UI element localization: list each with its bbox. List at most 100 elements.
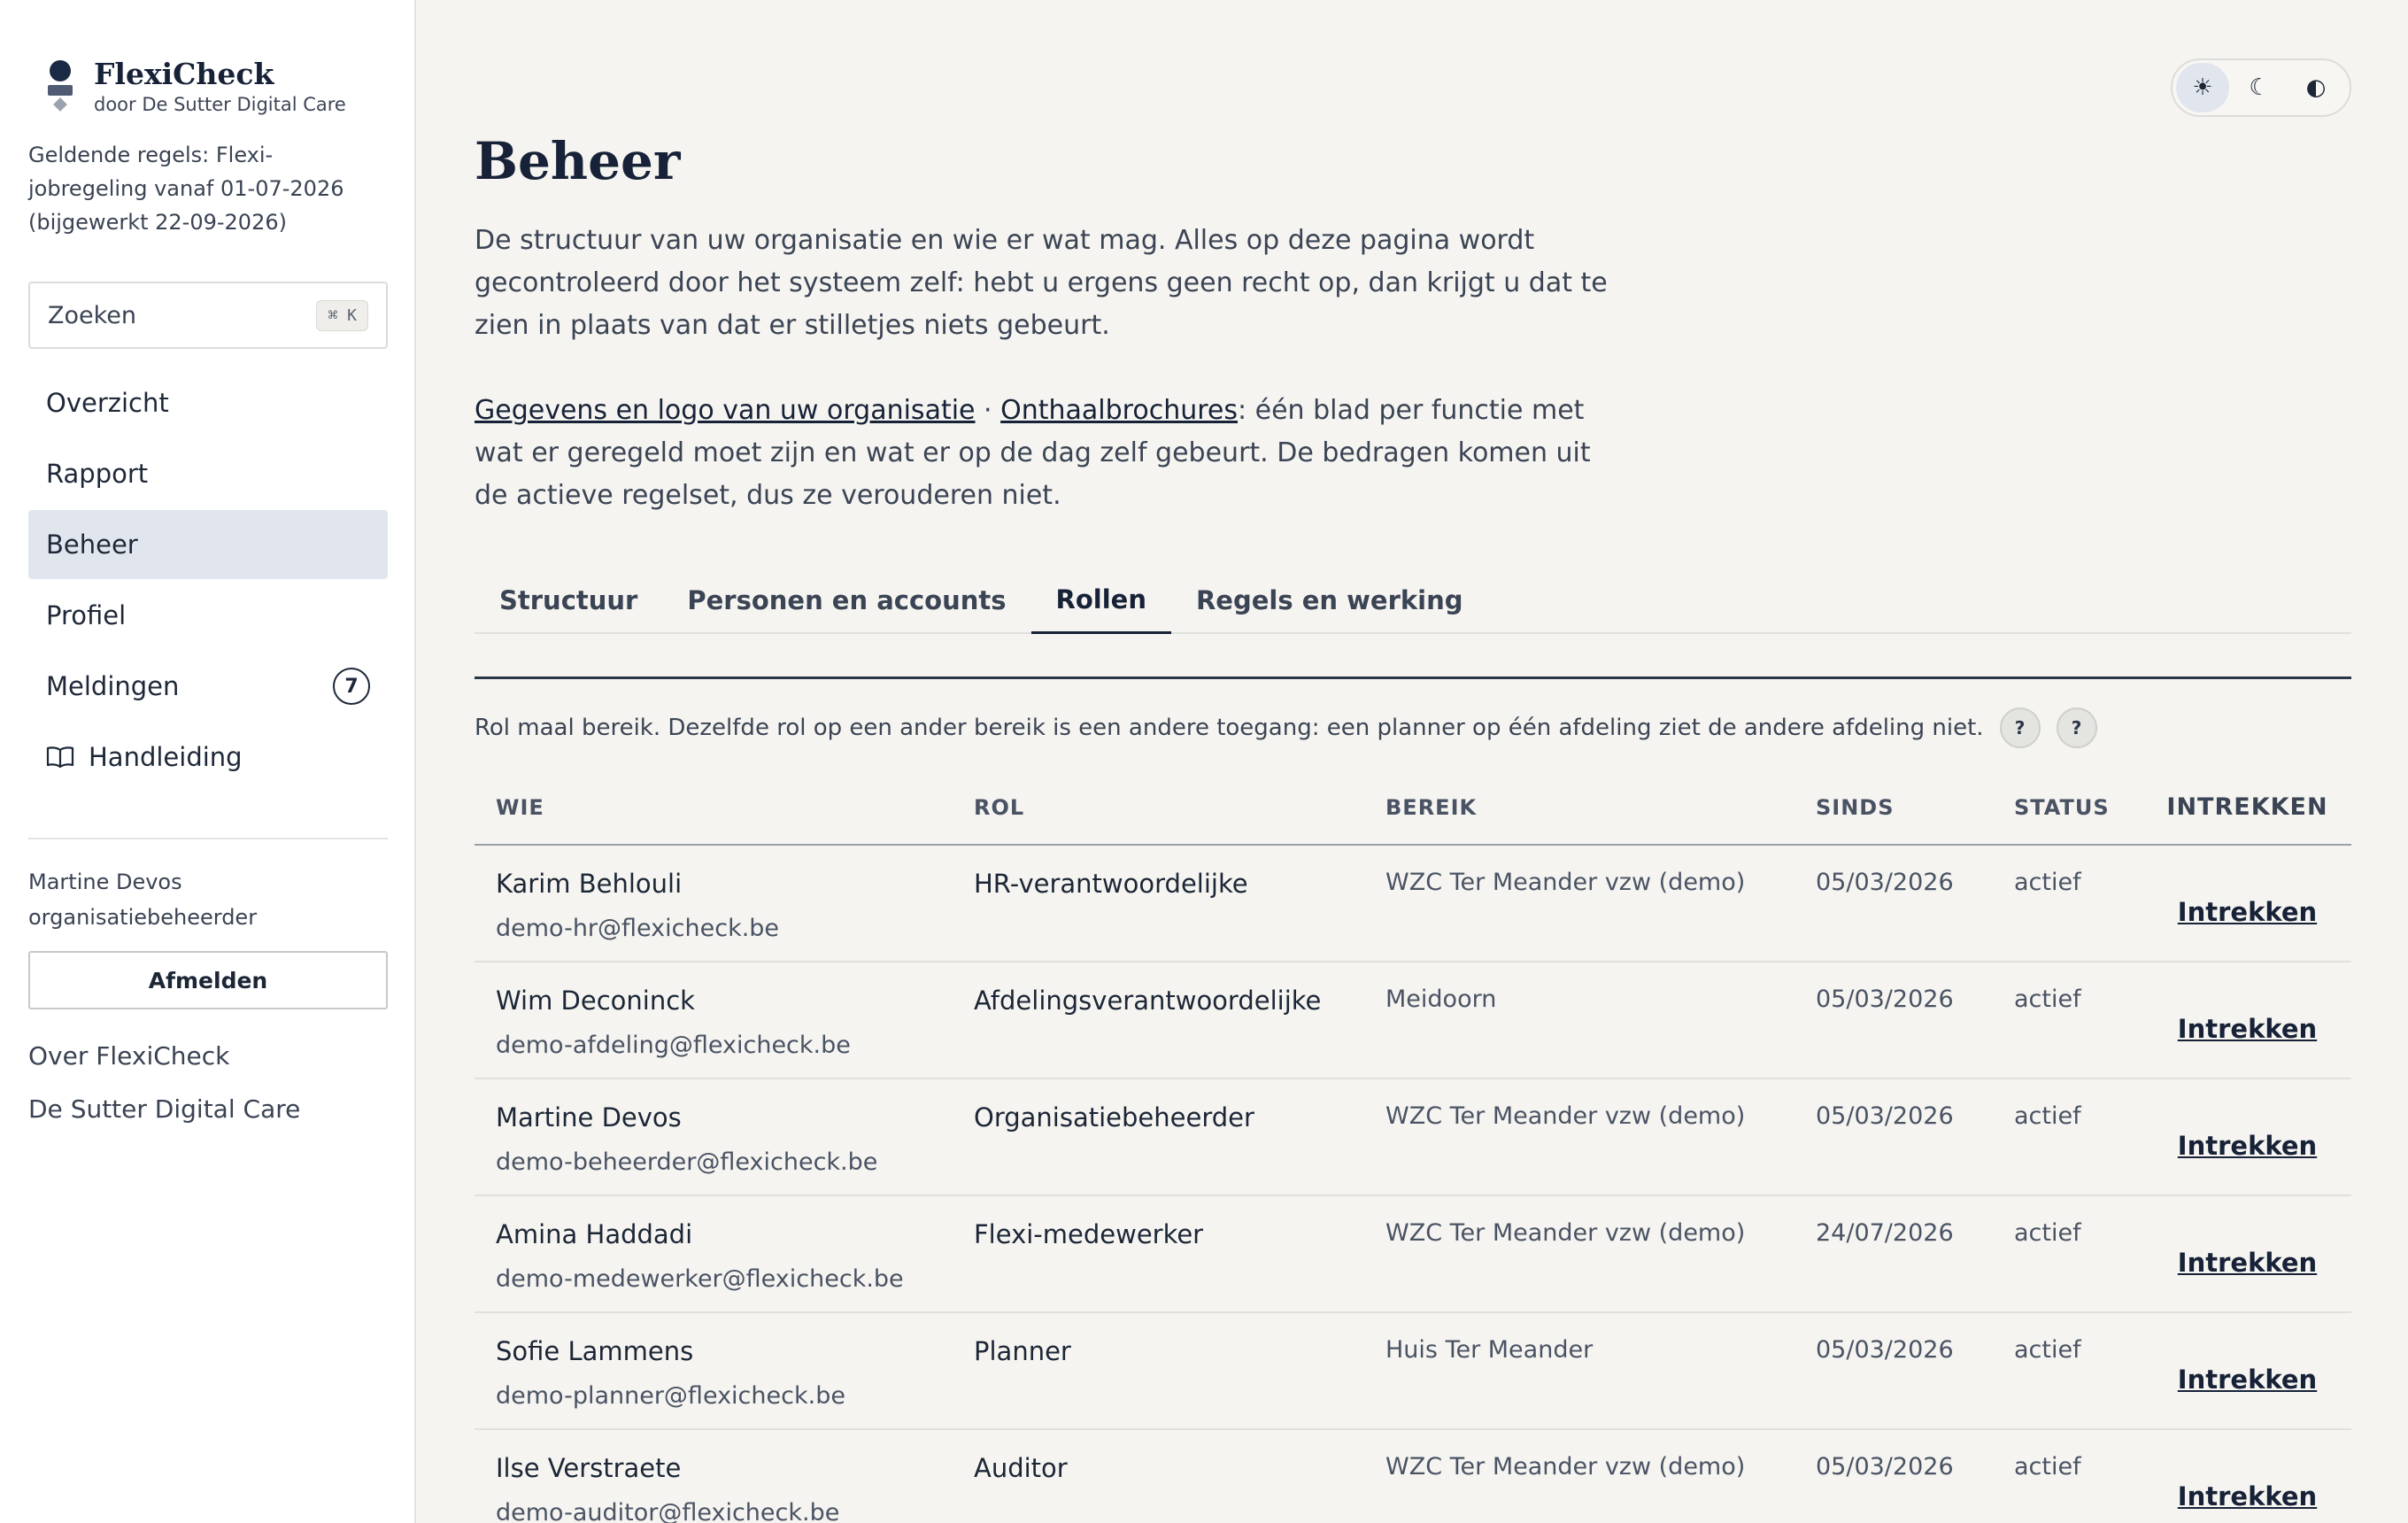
scope-name: Meidoorn (1385, 986, 1497, 1013)
since-date: 24/07/2026 (1816, 1219, 1954, 1247)
search-input[interactable]: Zoeken ⌘ K (28, 282, 388, 349)
person-name: Amina Haddadi (496, 1219, 693, 1249)
cell-status: actief (1993, 1429, 2143, 1523)
page-intro: De structuur van uw organisatie en wie e… (475, 225, 1608, 341)
cell-since: 05/03/2026 (1794, 845, 1993, 963)
cell-role: HR-verantwoordelijke (953, 845, 1364, 963)
revoke-link[interactable]: Intrekken (2178, 1248, 2317, 1278)
cell-scope: WZC Ter Meander vzw (demo) (1364, 1078, 1794, 1196)
caption-text: Rol maal bereik. Dezelfde rol op een and… (475, 715, 1984, 741)
cell-who: Ilse Verstraete demo-auditor@flexicheck.b… (475, 1429, 953, 1523)
role-name: Flexi-medewerker (974, 1219, 1204, 1249)
person-email: demo-auditor@flexicheck.be (496, 1499, 840, 1523)
sun-icon[interactable]: ☀ (2176, 63, 2229, 112)
scope-name: Huis Ter Meander (1385, 1336, 1594, 1364)
onboarding-brochures-link[interactable]: Onthaalbrochures (1000, 395, 1238, 426)
cell-who: Sofie Lammens demo-planner@flexicheck.be (475, 1312, 953, 1430)
theme-switcher: ☀ ☾ ◐ (2171, 58, 2351, 117)
tab-regels-en-werking[interactable]: Regels en werking (1171, 567, 1488, 634)
status-text: actief (2014, 1336, 2081, 1364)
column-header-status: STATUS (1993, 770, 2143, 846)
cell-who: Martine Devos demo-beheerder@flexicheck.b… (475, 1078, 953, 1196)
since-date: 05/03/2026 (1816, 1102, 1954, 1130)
cell-role: Afdelingsverantwoordelijke (953, 962, 1364, 1079)
cell-since: 24/07/2026 (1794, 1195, 1993, 1313)
contrast-icon[interactable]: ◐ (2289, 63, 2342, 112)
column-header-since: SINDS (1794, 770, 1993, 846)
revoke-link[interactable]: Intrekken (2178, 1365, 2317, 1395)
table-row: Karim Behlouli demo-hr@flexicheck.be HR-ve… (475, 845, 2351, 963)
cell-scope: WZC Ter Meander vzw (demo) (1364, 1195, 1794, 1313)
tab-structuur[interactable]: Structuur (475, 567, 662, 634)
role-name: Afdelingsverantwoordelijke (974, 986, 1322, 1016)
person-email: demo-medewerker@flexicheck.be (496, 1265, 904, 1293)
tab-bar: Structuur Personen en accounts Rollen Re… (475, 567, 2351, 634)
cell-status: actief (1993, 845, 2143, 963)
section-divider (475, 676, 2351, 679)
scope-name: WZC Ter Meander vzw (demo) (1385, 1453, 1746, 1480)
since-date: 05/03/2026 (1816, 1336, 1954, 1364)
table-row: Sofie Lammens demo-planner@flexicheck.be P… (475, 1312, 2351, 1430)
column-header-who: WIE (475, 770, 953, 846)
cell-revoke: Intrekken (2143, 962, 2351, 1079)
person-name: Ilse Verstraete (496, 1453, 682, 1483)
sidebar-item-label: Beheer (46, 530, 138, 560)
sidebar-item-profiel[interactable]: Profiel (28, 581, 388, 650)
cell-scope: WZC Ter Meander vzw (demo) (1364, 1429, 1794, 1523)
status-text: actief (2014, 1219, 2081, 1247)
since-date: 05/03/2026 (1816, 1453, 1954, 1480)
cell-revoke: Intrekken (2143, 1078, 2351, 1196)
sidebar-item-meldingen[interactable]: Meldingen 7 (28, 652, 388, 721)
company-link[interactable]: De Sutter Digital Care (28, 1094, 300, 1124)
sidebar-item-label: Meldingen (46, 671, 180, 701)
status-text: actief (2014, 986, 2081, 1013)
notification-count-badge: 7 (333, 668, 370, 705)
sidebar-item-label: Handleiding (89, 742, 243, 772)
help-icon[interactable]: ? (1999, 707, 2041, 748)
organisation-details-link[interactable]: Gegevens en logo van uw organisatie (475, 395, 976, 426)
cell-role: Auditor (953, 1429, 1364, 1523)
cell-since: 05/03/2026 (1794, 1312, 1993, 1430)
table-header-row: WIE ROL BEREIK SINDS STATUS INTREKKEN (475, 770, 2351, 846)
help-icon[interactable]: ? (2056, 707, 2097, 748)
cell-revoke: Intrekken (2143, 1195, 2351, 1313)
link-separator: · (975, 395, 1001, 426)
cell-revoke: Intrekken (2143, 845, 2351, 963)
person-email: demo-afdeling@flexicheck.be (496, 1032, 851, 1059)
since-date: 05/03/2026 (1816, 869, 1954, 896)
cell-scope: Meidoorn (1364, 962, 1794, 1079)
logout-button[interactable]: Afmelden (28, 951, 388, 1009)
sidebar-divider (28, 838, 388, 839)
cell-scope: WZC Ter Meander vzw (demo) (1364, 845, 1794, 963)
rules-note: Geldende regels: Flexi-jobregeling vanaf… (28, 143, 344, 235)
sidebar-item-handleiding[interactable]: Handleiding (28, 723, 388, 792)
tab-personen-en-accounts[interactable]: Personen en accounts (662, 567, 1030, 634)
tab-rollen[interactable]: Rollen (1030, 567, 1171, 634)
cell-who: Amina Haddadi demo-medewerker@flexicheck.… (475, 1195, 953, 1313)
status-text: actief (2014, 869, 2081, 896)
revoke-link[interactable]: Intrekken (2178, 1131, 2317, 1161)
sidebar-item-beheer[interactable]: Beheer (28, 510, 388, 579)
sidebar-nav: Overzicht Rapport Beheer Profiel Melding… (28, 368, 388, 793)
revoke-link[interactable]: Intrekken (2178, 1014, 2317, 1044)
revoke-link[interactable]: Intrekken (2178, 897, 2317, 927)
moon-icon[interactable]: ☾ (2233, 63, 2286, 112)
sidebar-item-overzicht[interactable]: Overzicht (28, 368, 388, 437)
person-email: demo-hr@flexicheck.be (496, 915, 780, 942)
cell-revoke: Intrekken (2143, 1429, 2351, 1523)
status-text: actief (2014, 1453, 2081, 1480)
user-role: organisatiebeheerder (28, 905, 258, 930)
person-email: demo-planner@flexicheck.be (496, 1382, 845, 1410)
person-email: demo-beheerder@flexicheck.be (496, 1148, 878, 1176)
revoke-link[interactable]: Intrekken (2178, 1481, 2317, 1511)
flexicheck-logo-icon (46, 58, 73, 112)
person-name: Sofie Lammens (496, 1336, 694, 1366)
sidebar-item-rapport[interactable]: Rapport (28, 439, 388, 508)
about-link[interactable]: Over FlexiCheck (28, 1041, 229, 1071)
sidebar-item-label: Overzicht (46, 388, 169, 418)
cell-scope: Huis Ter Meander (1364, 1312, 1794, 1430)
since-date: 05/03/2026 (1816, 986, 1954, 1013)
brand[interactable]: FlexiCheck door De Sutter Digital Care (46, 58, 346, 115)
brand-title: FlexiCheck (94, 57, 274, 91)
cell-revoke: Intrekken (2143, 1312, 2351, 1430)
